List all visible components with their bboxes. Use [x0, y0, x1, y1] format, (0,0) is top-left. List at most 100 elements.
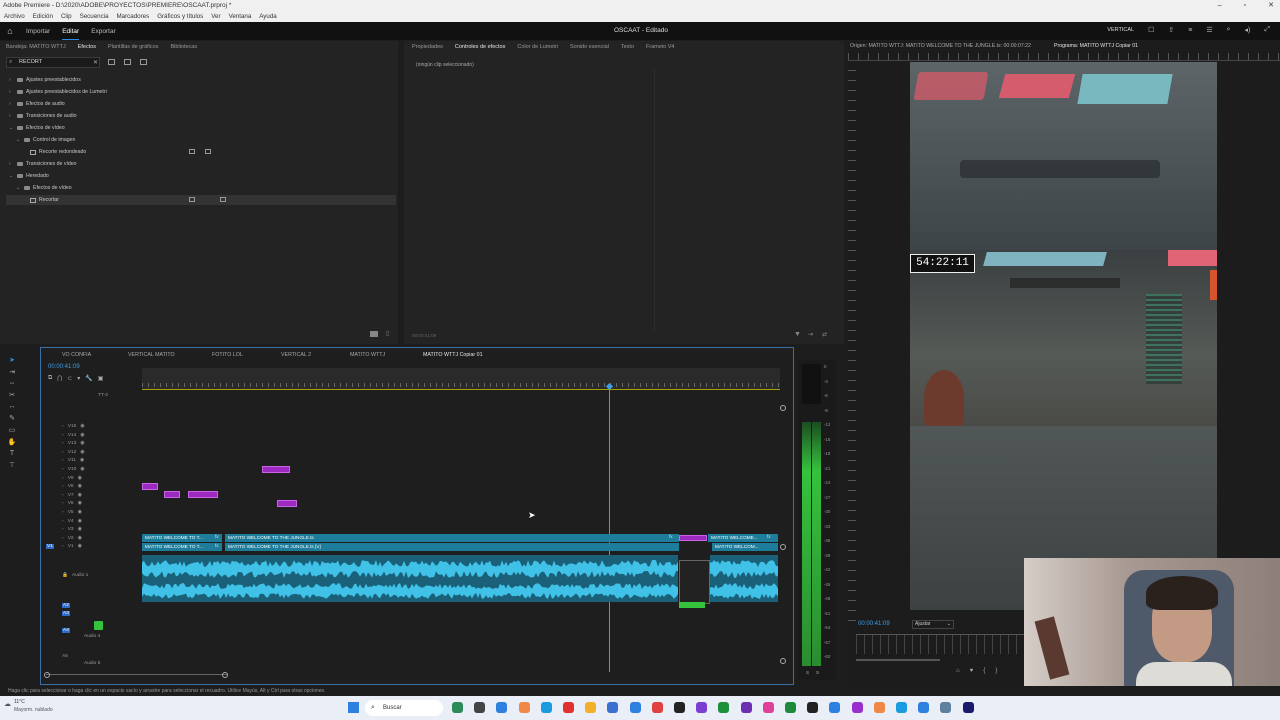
audio-clip-green[interactable] [679, 602, 705, 608]
vertical-scroll-handle[interactable] [780, 405, 786, 411]
timeline-clip[interactable]: MATITO WELCOME TO T... [142, 543, 222, 551]
sequence-tab-active[interactable]: MATITO WTTJ Copiar 01 [423, 352, 483, 358]
lock-icon[interactable]: ▫ [62, 544, 64, 549]
collapse-arrow-icon[interactable]: ⌄ [9, 125, 14, 131]
eye-icon[interactable]: ◉ [80, 441, 84, 446]
hand-tool-icon[interactable]: ✋ [8, 438, 17, 446]
tab-sonido-esencial[interactable]: Sonido esencial [564, 44, 615, 50]
eye-icon[interactable]: ◉ [78, 510, 82, 515]
playhead-line[interactable] [609, 389, 610, 672]
expand-arrow-icon[interactable]: › [9, 161, 14, 167]
lock-icon[interactable]: 🔒 [62, 573, 68, 578]
home-icon[interactable]: ⌂ [0, 26, 20, 36]
taskbar-app-icon[interactable] [740, 702, 752, 713]
tab-plantillas[interactable]: Plantillas de gráficos [102, 44, 164, 50]
timeline-clip[interactable] [142, 483, 158, 490]
program-timecode[interactable]: 00:00:41:09 [858, 621, 890, 627]
tab-importar[interactable]: Importar [20, 28, 56, 35]
vertical-type-tool-icon[interactable]: ⊤ [9, 461, 15, 469]
taskbar-app-icon[interactable] [962, 702, 974, 713]
tab-editar[interactable]: Editar [56, 28, 85, 40]
menu-secuencia[interactable]: Secuencia [80, 11, 109, 22]
audio-clip[interactable] [710, 555, 778, 602]
sequence-tab[interactable]: FOTITO LOL [212, 352, 243, 358]
menu-icon[interactable]: ≡ [1188, 27, 1192, 34]
monitor-scrubber[interactable] [856, 634, 1026, 654]
vertical-scroll-handle[interactable] [780, 544, 786, 550]
collapse-arrow-icon[interactable]: ⌄ [16, 137, 21, 143]
play-only-audio-icon[interactable]: ⇥ [808, 331, 813, 338]
taskbar-app-icon[interactable] [452, 702, 463, 713]
timeline-clip[interactable]: MATITO WELCOME TO THE JUNGLE.ts [V] [225, 543, 679, 551]
eye-icon[interactable]: ◉ [80, 450, 84, 455]
audio-track-id[interactable]: A4 [62, 628, 70, 633]
volume-icon[interactable]: ◂) [1245, 26, 1251, 34]
tree-item[interactable]: Recorte redondeado [30, 149, 86, 155]
eye-icon[interactable]: ◉ [78, 493, 82, 498]
timeline-clip[interactable]: MATITO WELCOME TO T... [142, 534, 222, 542]
tree-item[interactable]: Recortar [30, 197, 59, 203]
timeline-ruler[interactable] [142, 368, 780, 390]
tree-item[interactable]: ⌄ Heredado [9, 173, 49, 179]
solo-button[interactable]: S [806, 670, 809, 675]
ripple-edit-tool-icon[interactable]: ⇔ [9, 380, 16, 387]
fit-dropdown[interactable]: Ajustar ⌄ [912, 620, 954, 629]
transition-clip[interactable] [679, 560, 710, 604]
taskbar-app-icon[interactable] [762, 702, 774, 713]
eye-icon[interactable]: ◉ [78, 527, 82, 532]
sequence-tab[interactable]: MATITO WTTJ [350, 352, 385, 358]
menu-archivo[interactable]: Archivo [4, 11, 25, 22]
tab-bandeja[interactable]: Bandeja: MATITO WTTJ [0, 44, 72, 50]
add-marker-icon[interactable]: ▾ [77, 375, 80, 382]
timeline-clip[interactable] [262, 466, 290, 473]
audio-clip[interactable] [142, 555, 678, 602]
taskbar-app-icon[interactable] [496, 702, 508, 713]
menu-ventana[interactable]: Ventana [229, 11, 252, 22]
close-icon[interactable]: ✕ [1268, 0, 1274, 11]
lock-icon[interactable]: ▫ [62, 467, 64, 472]
lock-icon[interactable]: ▫ [62, 433, 64, 438]
maximize-icon[interactable]: ▫ [1244, 0, 1246, 11]
lock-icon[interactable]: ▫ [62, 476, 64, 481]
taskbar-app-icon[interactable] [651, 702, 663, 713]
lock-icon[interactable]: ▫ [62, 527, 64, 532]
selection-tool-icon[interactable]: ➤ [9, 356, 15, 364]
tab-lumetri[interactable]: Color de Lumetri [511, 44, 564, 50]
program-monitor-tab[interactable]: Programa: MATITO WTTJ Copiar 01 [1054, 43, 1138, 49]
taskbar-app-icon[interactable] [896, 702, 907, 713]
tab-exportar[interactable]: Exportar [85, 28, 122, 35]
nest-icon[interactable]: ⧉ [48, 375, 52, 382]
taskbar-app-icon[interactable] [563, 702, 574, 713]
workspaces-icon[interactable]: ☐ [1148, 26, 1154, 34]
tab-frameio[interactable]: Frameio V4 [640, 44, 680, 50]
taskbar-app-icon[interactable] [540, 702, 552, 713]
collapse-arrow-icon[interactable]: ⌄ [16, 185, 21, 191]
timeline-clip[interactable] [277, 500, 297, 507]
lock-icon[interactable]: ▫ [62, 450, 64, 455]
tree-item[interactable]: › Ajustes preestablecidos de Lumetri [9, 89, 107, 95]
minimize-icon[interactable]: – [1218, 0, 1222, 11]
weather-desc[interactable]: Mayorm. nublado [14, 707, 53, 713]
sequence-tab[interactable]: VERTICAL 2 [281, 352, 311, 358]
taskbar-app-icon[interactable] [829, 702, 841, 713]
32bit-effects-icon[interactable] [124, 59, 131, 65]
captions-icon[interactable]: ▣ [98, 375, 104, 382]
timeline-clip[interactable] [164, 491, 180, 498]
tree-item[interactable]: › Transiciones de audio [9, 113, 77, 119]
wrench-icon[interactable]: 🔧 [85, 375, 92, 382]
search-icon[interactable]: ⌕ [1227, 26, 1231, 34]
lock-icon[interactable]: ▫ [62, 501, 64, 506]
audio-track-id[interactable]: A2 [62, 603, 70, 608]
type-tool-icon[interactable]: T [10, 450, 14, 457]
in-point-icon[interactable]: { [983, 668, 985, 674]
taskbar-app-icon[interactable] [474, 702, 486, 713]
timeline-clip[interactable]: MATITO WELCOME TO THE JUNGLE.ts [225, 534, 679, 542]
slip-tool-icon[interactable]: ↔ [9, 403, 16, 410]
sequence-tab[interactable]: VERTICAL MATITO [128, 352, 175, 358]
marker-icon[interactable]: ♥ [970, 668, 974, 674]
windows-start-icon[interactable] [348, 702, 359, 713]
menu-ayuda[interactable]: Ayuda [259, 11, 276, 22]
rectangle-tool-icon[interactable]: ▭ [9, 426, 16, 434]
eye-icon[interactable]: ◉ [78, 544, 82, 549]
monitor-zoom-bar[interactable] [856, 659, 940, 661]
